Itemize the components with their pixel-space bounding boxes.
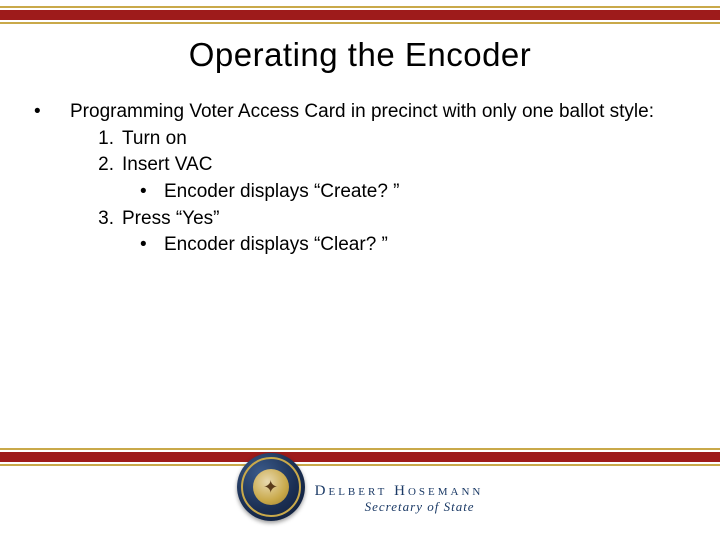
state-seal-icon: ✦	[237, 453, 305, 521]
list-text: Insert VAC	[122, 153, 690, 178]
footer-text-block: Delbert Hosemann Secretary of State	[315, 483, 484, 515]
list-number: 2.	[84, 153, 122, 178]
list-item: 1. Turn on	[84, 127, 690, 152]
bullet-icon: •	[138, 233, 164, 258]
list-number: 3.	[84, 207, 122, 232]
eagle-icon: ✦	[263, 478, 278, 496]
list-text: Press “Yes”	[122, 207, 690, 232]
slide-content: • Programming Voter Access Card in preci…	[30, 100, 690, 258]
sub-list: • Encoder displays “Clear? ”	[138, 233, 690, 258]
top-decorative-band	[0, 0, 720, 28]
bullet-icon: •	[138, 180, 164, 205]
list-text: Turn on	[122, 127, 690, 152]
numbered-list: 3. Press “Yes”	[84, 207, 690, 232]
list-item: 2. Insert VAC	[84, 153, 690, 178]
sub-item: • Encoder displays “Clear? ”	[138, 233, 690, 258]
intro-text: Programming Voter Access Card in precinc…	[70, 100, 690, 125]
list-number: 1.	[84, 127, 122, 152]
bullet-icon: •	[30, 100, 70, 125]
numbered-list: 1. Turn on 2. Insert VAC	[84, 127, 690, 178]
sub-list: • Encoder displays “Create? ”	[138, 180, 690, 205]
footer-name: Delbert Hosemann	[315, 483, 484, 500]
list-item: 3. Press “Yes”	[84, 207, 690, 232]
slide-title: Operating the Encoder	[0, 36, 720, 74]
sub-item: • Encoder displays “Create? ”	[138, 180, 690, 205]
sub-text: Encoder displays “Clear? ”	[164, 233, 388, 258]
footer-subtitle: Secretary of State	[365, 499, 475, 515]
slide-footer: ✦ Delbert Hosemann Secretary of State	[0, 464, 720, 534]
intro-bullet: • Programming Voter Access Card in preci…	[30, 100, 690, 125]
sub-text: Encoder displays “Create? ”	[164, 180, 400, 205]
